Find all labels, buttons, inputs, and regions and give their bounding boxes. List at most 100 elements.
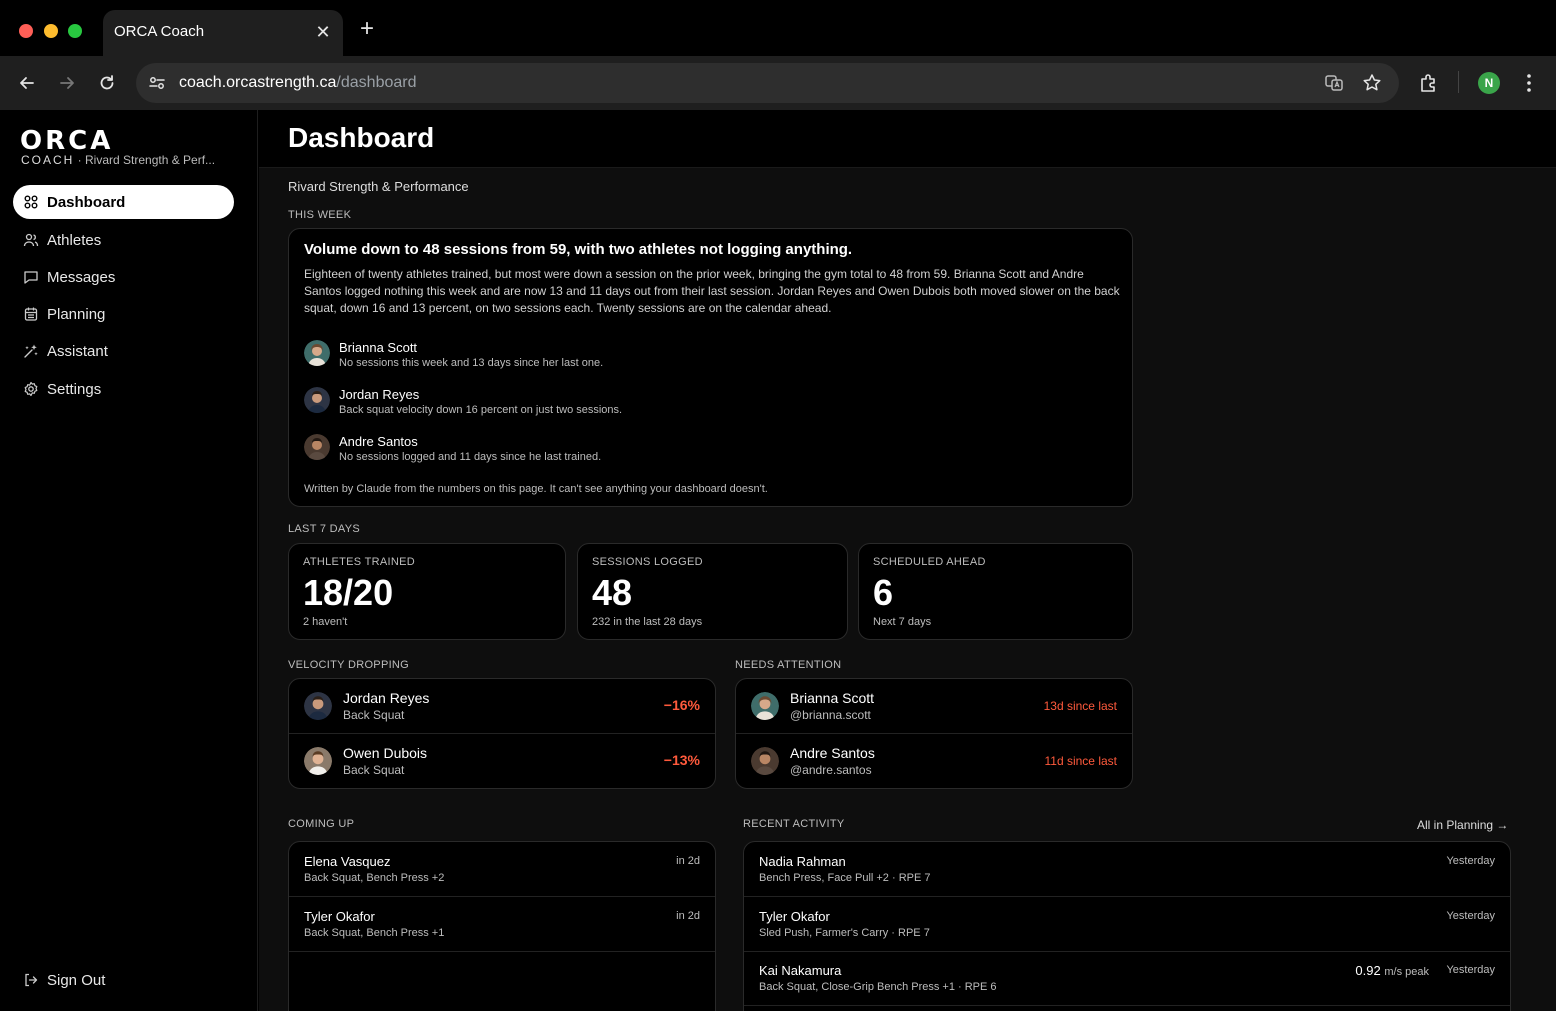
gear-icon [24, 381, 38, 397]
window-zoom-button[interactable] [68, 24, 82, 38]
avatar [304, 747, 332, 775]
avatar [304, 340, 330, 366]
sidebar-item-planning[interactable]: Planning [13, 297, 234, 331]
list-item[interactable]: Elena Vasquez Back Squat, Bench Press +2… [289, 842, 715, 897]
kpi-subtext: 2 haven't [303, 616, 348, 628]
main-content: Dashboard Rivard Strength & Performance … [259, 110, 1556, 1011]
forward-button[interactable] [54, 70, 80, 96]
activity-detail: Back Squat, Close-Grip Bench Press +1 · … [759, 981, 997, 993]
athlete-name: Owen Dubois [343, 745, 428, 761]
url-text[interactable]: coach.orcastrength.ca/dashboard [179, 74, 416, 92]
window-minimize-button[interactable] [44, 24, 58, 38]
kpi-subtext: Next 7 days [873, 616, 932, 628]
browser-tabbar: ORCA Coach ✕ + [0, 0, 1556, 56]
athlete-name: Brianna Scott [790, 690, 875, 706]
session-when: in 2d [676, 855, 700, 867]
list-item[interactable]: Tyler Okafor Sled Push, Farmer's Carry ·… [744, 897, 1510, 952]
kpi-value: 18/20 [303, 572, 394, 613]
users-icon [23, 233, 39, 247]
summary-headline: Volume down to 48 sessions from 59, with… [304, 241, 853, 258]
sign-out-button[interactable]: Sign Out [13, 963, 234, 997]
all-in-planning-link[interactable]: All in Planning → [1417, 818, 1508, 832]
sidebar-item-assistant[interactable]: Assistant [13, 334, 234, 368]
star-icon[interactable] [1361, 72, 1383, 94]
list-item[interactable]: Nadia Rahman Bench Press, Face Pull +2 ·… [744, 842, 1510, 897]
logo-org: · Rivard Strength & Perf... [74, 153, 216, 167]
attention-row[interactable]: Andre Santos @andre.santos 11d since las… [736, 734, 1132, 788]
velocity-metric: 0.92 m/s peak [1355, 963, 1429, 978]
velocity-change: −13% [663, 752, 700, 768]
window-close-button[interactable] [19, 24, 33, 38]
arrow-left-icon [20, 77, 34, 89]
browser-tab[interactable]: ORCA Coach ✕ [103, 10, 343, 56]
metric-unit: m/s peak [1384, 966, 1429, 978]
athlete-name: Andre Santos [790, 745, 875, 761]
sparkle-icon [24, 344, 38, 358]
address-bar[interactable]: coach.orcastrength.ca/dashboard [136, 63, 1399, 103]
sidebar-item-athletes[interactable]: Athletes [13, 223, 234, 257]
days-since-badge: 11d since last [1044, 754, 1118, 768]
logo[interactable]: ORCA [20, 126, 113, 156]
extensions-icon[interactable] [1417, 71, 1441, 95]
section-label-needs-attention: NEEDS ATTENTION [735, 659, 842, 671]
section-label-recent-activity: RECENT ACTIVITY [743, 818, 845, 830]
sign-out-label: Sign Out [47, 971, 106, 989]
sidebar-item-dashboard[interactable]: Dashboard [13, 185, 234, 219]
new-tab-button[interactable]: + [355, 17, 379, 41]
callout-name: Jordan Reyes [339, 387, 420, 402]
velocity-row[interactable]: Owen Dubois Back Squat −13% [289, 734, 715, 788]
list-item[interactable]: Kai Nakamura Back Squat, Close-Grip Benc… [744, 951, 1510, 1006]
tab-title: ORCA Coach [114, 23, 205, 40]
athlete-name: Elena Vasquez [304, 854, 391, 869]
sidebar-item-settings[interactable]: Settings [13, 372, 234, 406]
activity-detail: Bench Press, Face Pull +2 · RPE 7 [759, 872, 931, 884]
translate-icon[interactable] [1323, 72, 1345, 94]
site-settings-icon[interactable] [146, 72, 168, 94]
session-detail: Back Squat, Bench Press +1 [304, 927, 445, 939]
kpi-card-sessions-logged[interactable]: SESSIONS LOGGED 48 232 in the last 28 da… [577, 543, 848, 640]
sidebar-item-label: Planning [47, 305, 106, 323]
sidebar-item-messages[interactable]: Messages [13, 260, 234, 294]
weekly-summary-card: Volume down to 48 sessions from 59, with… [288, 228, 1133, 507]
attention-row[interactable]: Brianna Scott @brianna.scott 13d since l… [736, 679, 1132, 734]
velocity-row[interactable]: Jordan Reyes Back Squat −16% [289, 679, 715, 734]
athlete-name: Nadia Rahman [759, 854, 846, 869]
athlete-handle: @andre.santos [790, 763, 872, 777]
session-when: in 2d [676, 910, 700, 922]
kpi-card-scheduled-ahead[interactable]: SCHEDULED AHEAD 6 Next 7 days [858, 543, 1133, 640]
days-since-badge: 13d since last [1043, 699, 1117, 713]
athlete-name: Jordan Reyes [343, 690, 430, 706]
reload-button[interactable] [94, 70, 120, 96]
needs-attention-card: Brianna Scott @brianna.scott 13d since l… [735, 678, 1133, 789]
sidebar-item-label: Settings [47, 380, 102, 398]
avatar [304, 387, 330, 413]
callout-note: No sessions this week and 13 days since … [339, 357, 604, 369]
back-button[interactable] [14, 70, 40, 96]
callout-name: Brianna Scott [339, 340, 418, 355]
message-icon [24, 271, 38, 284]
logo-subtitle: COACH · Rivard Strength & Perf... [21, 153, 215, 167]
summary-footnote: Written by Claude from the numbers on th… [304, 483, 768, 495]
tab-close-icon[interactable]: ✕ [313, 22, 333, 42]
url-path: /dashboard [336, 74, 417, 91]
kpi-value: 48 [592, 572, 633, 613]
arrow-right-icon [60, 77, 74, 89]
menu-dots-icon[interactable] [1517, 71, 1541, 95]
kpi-label: SESSIONS LOGGED [592, 556, 703, 568]
activity-when: Yesterday [1446, 910, 1495, 922]
callout-note: Back squat velocity down 16 percent on j… [339, 404, 623, 416]
sidebar-item-label: Assistant [47, 342, 108, 360]
logo-coach: COACH [21, 153, 75, 167]
calendar-icon [24, 307, 38, 321]
kpi-card-athletes-trained[interactable]: ATHLETES TRAINED 18/20 2 haven't [288, 543, 566, 640]
activity-detail: Sled Push, Farmer's Carry · RPE 7 [759, 927, 930, 939]
velocity-dropping-card: Jordan Reyes Back Squat −16% Owen Dubois… [288, 678, 716, 789]
metric-value: 0.92 [1355, 963, 1381, 978]
list-item[interactable]: Tyler Okafor Back Squat, Bench Press +1 … [289, 897, 715, 952]
reload-icon [100, 75, 114, 90]
avatar [751, 692, 779, 720]
profile-avatar[interactable]: N [1478, 72, 1500, 94]
section-label-last-7-days: LAST 7 DAYS [288, 523, 360, 535]
browser-toolbar: coach.orcastrength.ca/dashboard [0, 56, 1556, 110]
section-label-coming-up: COMING UP [288, 818, 355, 830]
